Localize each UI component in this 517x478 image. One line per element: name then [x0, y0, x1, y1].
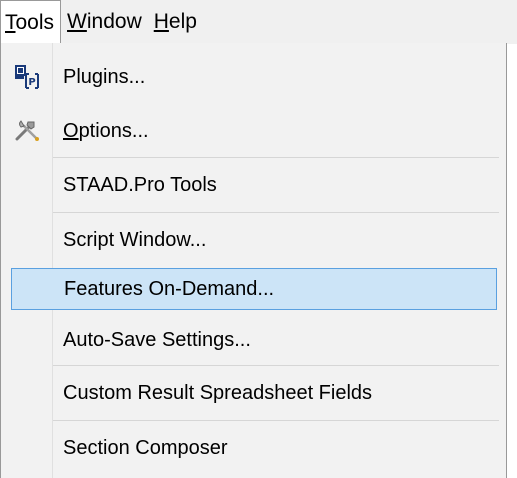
application-window: Tools Window Help P Plugins... Options..…	[0, 0, 517, 478]
menu-item-options-label: Options...	[63, 119, 149, 142]
menu-item-custom-result-spreadsheet-fields[interactable]: Custom Result Spreadsheet Fields	[1, 366, 506, 420]
empty-icon-slot	[1, 158, 53, 212]
menu-item-plugins-label: Plugins...	[63, 65, 146, 88]
menu-window-label: Window	[67, 10, 142, 33]
empty-icon-slot	[1, 213, 53, 267]
menu-tools[interactable]: Tools	[0, 0, 62, 44]
menu-item-staad-pro-tools-label: STAAD.Pro Tools	[63, 173, 217, 196]
tools-dropdown-menu: P Plugins... Options... STAAD.Pro Tools …	[0, 43, 507, 478]
menu-window[interactable]: Window	[61, 0, 148, 44]
menu-item-script-window-label: Script Window...	[63, 228, 207, 251]
menu-help[interactable]: Help	[148, 0, 203, 44]
menu-item-options[interactable]: Options...	[1, 104, 506, 158]
tools-options-icon	[1, 104, 53, 158]
menu-item-auto-save-settings[interactable]: Auto-Save Settings...	[1, 313, 506, 367]
menu-item-features-on-demand[interactable]: Features On-Demand...	[11, 268, 497, 310]
empty-icon-slot	[12, 268, 54, 310]
menu-item-features-on-demand-label: Features On-Demand...	[64, 277, 275, 300]
menu-item-custom-result-spreadsheet-fields-label: Custom Result Spreadsheet Fields	[63, 381, 373, 404]
empty-icon-slot	[1, 421, 53, 475]
empty-icon-slot	[1, 313, 53, 367]
empty-icon-slot	[1, 366, 53, 420]
menu-item-section-composer-label: Section Composer	[63, 436, 228, 459]
menu-item-staad-pro-tools[interactable]: STAAD.Pro Tools	[1, 158, 506, 212]
menu-item-plugins[interactable]: P Plugins...	[1, 50, 506, 104]
plugins-icon: P	[1, 50, 53, 104]
svg-text:P: P	[28, 77, 35, 88]
menu-help-label: Help	[153, 10, 197, 33]
menu-tools-label: Tools	[5, 10, 55, 34]
menu-bar: Tools Window Help	[0, 0, 517, 44]
menu-item-auto-save-settings-label: Auto-Save Settings...	[63, 328, 251, 351]
menu-item-section-composer[interactable]: Section Composer	[1, 421, 506, 475]
menu-item-script-window[interactable]: Script Window...	[1, 213, 506, 267]
